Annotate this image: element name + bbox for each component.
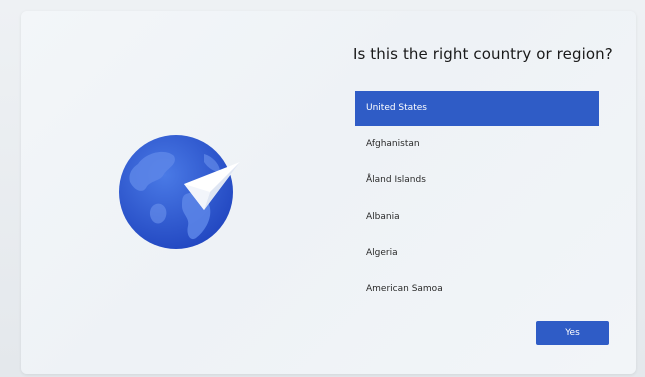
country-item-albania[interactable]: Albania <box>355 200 599 235</box>
screen-background: Is this the right country or region? Uni… <box>0 0 645 377</box>
country-item-afghanistan[interactable]: Afghanistan <box>355 127 599 162</box>
country-item-american-samoa[interactable]: American Samoa <box>355 272 599 307</box>
yes-button[interactable]: Yes <box>536 321 609 345</box>
page-title: Is this the right country or region? <box>353 45 613 63</box>
country-item-aland-islands[interactable]: Åland Islands <box>355 163 599 198</box>
country-list[interactable]: United States Afghanistan Åland Islands … <box>355 91 599 308</box>
globe-icon <box>119 135 240 249</box>
globe-illustration <box>116 134 242 252</box>
country-item-united-states[interactable]: United States <box>355 91 599 126</box>
country-item-algeria[interactable]: Algeria <box>355 236 599 271</box>
